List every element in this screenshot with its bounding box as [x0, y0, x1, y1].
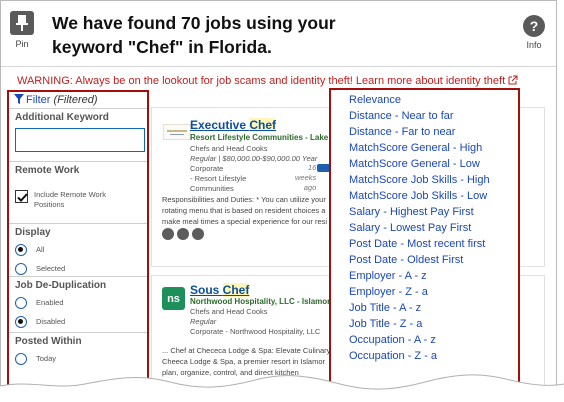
filter-panel: Filter (Filtered) Additional Keyword Rem…	[7, 90, 149, 401]
results-header: Pin We have found 70 jobs using your key…	[1, 1, 556, 67]
job-category: Chefs and Head Cooks	[190, 144, 268, 153]
scam-warning: WARNING: Always be on the lookout for jo…	[17, 75, 547, 87]
description-line-3: make meal times a special experience for…	[162, 217, 328, 226]
svg-text:?: ?	[530, 18, 539, 34]
sort-option-employer-z-a[interactable]: Employer - Z - a	[349, 284, 518, 300]
pin-label: Pin	[15, 39, 29, 49]
sort-option-job-title-a-z[interactable]: Job Title - A - z	[349, 300, 518, 316]
display-selected-label: Selected	[36, 264, 66, 273]
torn-edge	[0, 374, 564, 402]
sort-option-matchscore-general-low[interactable]: MatchScore General - Low	[349, 156, 518, 172]
include-remote-label-line2: Positions	[34, 200, 65, 209]
dedup-enabled-label: Enabled	[36, 298, 64, 307]
sort-option-job-title-z-a[interactable]: Job Title - Z - a	[349, 316, 518, 332]
job-title-keyword: Chef	[249, 118, 277, 132]
sort-option-salary-lowest[interactable]: Salary - Lowest Pay First	[349, 220, 518, 236]
filter-label: Filter	[26, 94, 51, 106]
sort-option-matchscore-skills-low[interactable]: MatchScore Job Skills - Low	[349, 188, 518, 204]
deduplication-title: Job De-Duplication	[15, 280, 107, 291]
display-title: Display	[15, 227, 51, 238]
include-remote-label-line1: Include Remote Work	[34, 190, 106, 199]
company-logo: ns	[162, 287, 185, 310]
employer-line: Corporate - Northwood Hospitality, LLC	[190, 327, 321, 336]
sort-option-matchscore-general-high[interactable]: MatchScore General - High	[349, 140, 518, 156]
company-logo	[163, 124, 191, 140]
remote-work-section: Remote Work Include Remote Work Position…	[9, 162, 147, 224]
filter-status: (Filtered)	[53, 94, 98, 106]
sort-option-distance-near-far[interactable]: Distance - Near to far	[349, 108, 518, 124]
display-option-selected[interactable]: Selected	[15, 261, 141, 276]
job-category: Chefs and Head Cooks	[190, 307, 268, 316]
posted-within-title: Posted Within	[15, 336, 82, 347]
sort-option-salary-highest[interactable]: Salary - Highest Pay First	[349, 204, 518, 220]
filter-header: Filter (Filtered)	[9, 92, 147, 109]
warning-text: WARNING: Always be on the lookout for jo…	[17, 75, 356, 87]
job-salary: Regular	[190, 317, 217, 326]
sort-option-occupation-a-z[interactable]: Occupation - A - z	[349, 332, 518, 348]
include-remote-checkbox[interactable]	[15, 190, 28, 203]
job-search-window: Pin We have found 70 jobs using your key…	[0, 0, 557, 402]
sort-option-matchscore-skills-high[interactable]: MatchScore Job Skills - High	[349, 172, 518, 188]
sort-option-distance-far-near[interactable]: Distance - Far to near	[349, 124, 518, 140]
pin-icon	[10, 11, 34, 35]
posted-age-line-1: 16	[307, 163, 317, 172]
filter-toggle[interactable]: Filter	[14, 94, 50, 106]
job-title-link[interactable]: Executive Chef	[190, 118, 277, 132]
description-line-1: Responsibilities and Duties: * You can u…	[162, 195, 326, 204]
meal-icon	[192, 228, 204, 240]
clock-icon	[177, 228, 189, 240]
job-description: Responsibilities and Duties: * You can u…	[162, 194, 327, 227]
dedup-disabled-label: Disabled	[36, 317, 66, 326]
external-link-icon	[508, 75, 518, 85]
job-title-text: Executive	[190, 118, 250, 132]
sort-option-relevance[interactable]: Relevance	[349, 92, 518, 108]
sort-options-list: Relevance Distance - Near to far Distanc…	[331, 90, 518, 364]
remote-work-title: Remote Work	[15, 165, 80, 176]
dedup-option-enabled[interactable]: Enabled	[15, 295, 141, 310]
description-line-1: ... Chef at Chececa Lodge & Spa: Elevate…	[162, 346, 338, 355]
sort-option-post-date-oldest[interactable]: Post Date - Oldest First	[349, 252, 518, 268]
deduplication-section: Job De-Duplication Enabled Disabled	[9, 277, 147, 333]
display-selected-radio[interactable]	[15, 262, 27, 275]
info-label: Info	[526, 40, 542, 50]
job-meta: Chefs and Head Cooks Regular Corporate -…	[190, 307, 320, 337]
dedup-disabled-radio[interactable]	[15, 315, 27, 328]
additional-keyword-input[interactable]	[15, 128, 145, 152]
additional-keyword-section: Additional Keyword	[9, 109, 147, 162]
display-option-all[interactable]: All	[15, 242, 141, 257]
company-name: Northwood Hospitality, LLC - Islamor	[190, 297, 331, 306]
check-icon	[17, 193, 28, 202]
include-remote-label: Include Remote Work Positions	[34, 190, 106, 210]
benefit-icons	[162, 228, 204, 240]
company-name: Resort Lifestyle Communities - Lake W	[190, 133, 339, 142]
additional-keyword-title: Additional Keyword	[15, 112, 109, 123]
person-icon	[162, 228, 174, 240]
include-remote-row[interactable]: Include Remote Work Positions	[15, 190, 141, 210]
dedup-option-disabled[interactable]: Disabled	[15, 314, 141, 329]
posted-age-line-3: ago	[303, 183, 317, 192]
dedup-enabled-radio[interactable]	[15, 296, 27, 309]
filter-icon	[14, 94, 24, 104]
info-button[interactable]: ? Info	[521, 15, 547, 55]
identity-theft-link[interactable]: Learn more about identity theft	[356, 75, 505, 87]
pin-button[interactable]: Pin	[9, 11, 35, 55]
job-title-keyword: Chef	[222, 283, 250, 297]
job-title-text: Sous	[190, 283, 223, 297]
results-title: We have found 70 jobs using your keyword…	[52, 13, 336, 57]
display-all-radio[interactable]	[15, 243, 27, 256]
display-section: Display All Selected	[9, 224, 147, 277]
posted-age-line-2: weeks	[295, 173, 317, 182]
info-icon: ?	[523, 15, 545, 37]
sort-dropdown-menu: Relevance Distance - Near to far Distanc…	[329, 88, 520, 401]
description-line-2: rotating menu that is based on resident …	[162, 206, 326, 215]
sort-option-employer-a-z[interactable]: Employer - A - z	[349, 268, 518, 284]
job-title-link[interactable]: Sous Chef	[190, 283, 250, 297]
sort-option-post-date-recent[interactable]: Post Date - Most recent first	[349, 236, 518, 252]
posted-age: 16 weeks ago	[295, 163, 316, 193]
display-all-label: All	[36, 245, 45, 254]
